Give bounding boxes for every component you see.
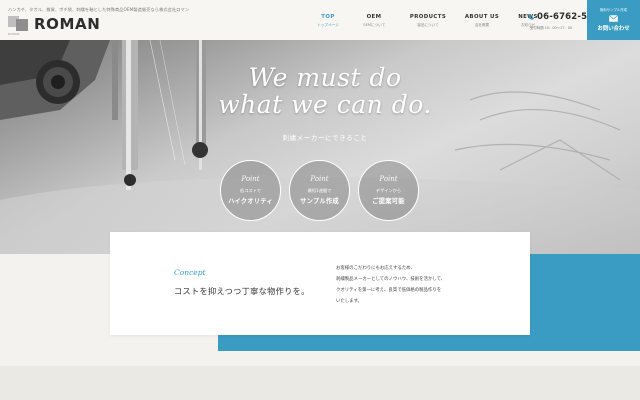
inquiry-label: お問い合わせ — [597, 26, 630, 32]
phone-icon — [528, 14, 534, 20]
point-circle-sample: Point 最短1週間で サンプル作成 — [289, 160, 350, 221]
logo-text: ROMAN — [34, 15, 101, 33]
concept-body-line: クオリティを第一に考え、良質で低価格の製品作りを — [336, 288, 442, 293]
hero-title-line1: We must do — [248, 63, 402, 92]
nav-item-label: PRODUCTS — [409, 14, 447, 20]
hero-title: We must do what we can do. — [200, 64, 450, 118]
nav-item-label: ABOUT US — [464, 14, 500, 20]
concept-body-line: お客様のこだわりにもお応えするため、 — [336, 266, 416, 271]
concept-body-line: 刺繍製品メーカーとしてのノウハウ、技術を活かして、 — [336, 277, 446, 282]
site-logo[interactable]: ROMAN — [8, 15, 100, 33]
header-tagline: ハンカチ、タオル、雑貨、ポチ袋、刺繍を軸とした特殊商品OEM製造販売なら株式会社… — [8, 7, 190, 12]
hero-subtitle: 刺繍メーカーにできること — [282, 134, 368, 142]
concept-label: Concept — [174, 268, 206, 277]
concept-card: Concept コストを抑えつつ丁寧な物作りを。 お客様のこだわりにもお応えする… — [110, 232, 530, 335]
logo-mark-icon — [8, 16, 30, 32]
nav-item-sublabel: 会社概要 — [474, 23, 490, 27]
point-circle-design: Point デザインから ご提案可能 — [358, 160, 419, 221]
inquiry-caption: 無料サンプル作成 — [599, 8, 628, 12]
point-title: ご提案可能 — [372, 198, 405, 205]
nav-item-sublabel: 製品について — [417, 23, 439, 27]
point-title: ハイクオリティ — [228, 198, 273, 205]
point-label: Point — [379, 175, 398, 183]
nav-item-label: TOP — [321, 14, 335, 20]
point-caption: 最短1週間で — [307, 188, 332, 193]
mail-icon — [609, 15, 618, 22]
nav-item-products[interactable]: PRODUCTS 製品について — [405, 14, 451, 28]
nav-item-about-us[interactable]: ABOUT US 会社概要 — [459, 14, 505, 28]
logo-subtext: ROMAN — [8, 32, 20, 36]
nav-item-sublabel: トップページ — [317, 23, 339, 27]
next-section-strip — [0, 366, 640, 400]
feature-points: Point 低コストで ハイクオリティ Point 最短1週間で サンプル作成 … — [220, 160, 419, 221]
point-caption: 低コストで — [240, 188, 261, 193]
point-title: サンプル作成 — [300, 198, 339, 205]
nav-item-label: OEM — [366, 14, 382, 20]
hero-section: We must do what we can do. 刺繍メーカーにできること … — [0, 40, 640, 254]
nav-item-top[interactable]: TOP トップページ — [305, 14, 351, 28]
inquiry-button[interactable]: 無料サンプル作成 お問い合わせ — [587, 0, 640, 40]
hero-title-line2: what we can do. — [218, 90, 432, 119]
site-header: ハンカチ、タオル、雑貨、ポチ袋、刺繍を軸とした特殊商品OEM製造販売なら株式会社… — [0, 0, 640, 40]
point-caption: デザインから — [375, 188, 402, 193]
point-label: Point — [241, 175, 260, 183]
concept-body: お客様のこだわりにもお応えするため、 刺繍製品メーカーとしてのノウハウ、技術を活… — [336, 263, 506, 307]
concept-body-line: いたします。 — [336, 299, 362, 304]
nav-item-oem[interactable]: OEM OEMについて — [351, 14, 397, 28]
point-circle-low-cost: Point 低コストで ハイクオリティ — [220, 160, 281, 221]
concept-heading: コストを抑えつつ丁寧な物作りを。 — [174, 286, 310, 296]
nav-item-sublabel: OEMについて — [362, 23, 386, 27]
point-label: Point — [310, 175, 329, 183]
main-nav: TOP トップページ OEM OEMについて PRODUCTS 製品について A… — [305, 14, 551, 28]
